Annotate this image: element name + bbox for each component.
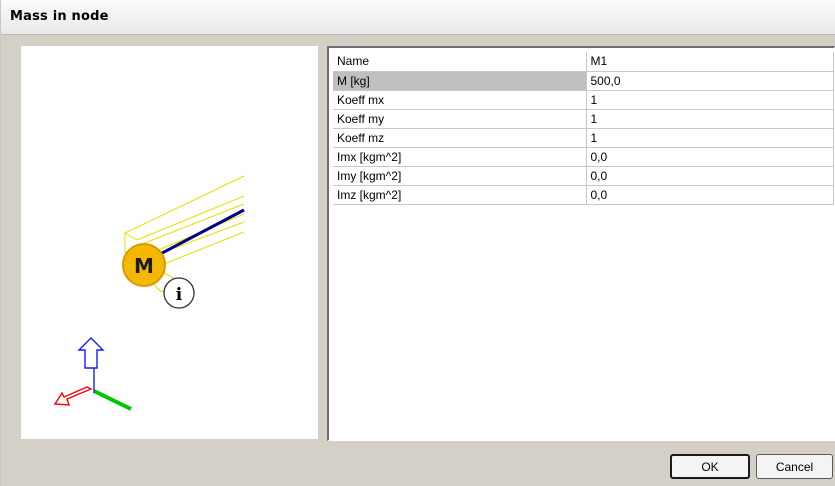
dialog-window: Mass in node M i Name M1 M [kg] 500,0 Ko… [0,0,835,486]
property-row[interactable]: Koeff mz 1 [333,128,834,148]
x-axis-arrow [53,386,93,406]
property-name: Imy [kgm^2] [333,166,587,186]
property-name: Koeff my [333,109,587,129]
dialog-title: Mass in node [10,9,109,24]
property-name: Imz [kgm^2] [333,185,587,205]
property-name: Koeff mx [333,90,587,110]
node-label: i [176,285,183,305]
y-axis-line [93,389,132,411]
node-preview-drawing: M i [53,175,245,411]
property-value[interactable]: 1 [586,90,834,110]
property-value[interactable]: 0,0 [586,147,834,167]
property-row[interactable]: Imy [kgm^2] 0,0 [333,166,834,186]
ok-button[interactable]: OK [670,454,750,479]
property-name: Imx [kgm^2] [333,147,587,167]
node-preview: M i [21,46,318,439]
property-row[interactable]: Koeff my 1 [333,109,834,129]
title-bar[interactable]: Mass in node [1,0,835,35]
cancel-button[interactable]: Cancel [756,454,833,479]
property-row[interactable]: Imz [kgm^2] 0,0 [333,185,834,205]
property-value[interactable]: 1 [586,109,834,129]
mass-marker: M [122,243,166,287]
axis-triad-icon [53,337,132,411]
property-row[interactable]: Koeff mx 1 [333,90,834,110]
property-table: Name M1 M [kg] 500,0 Koeff mx 1 Koeff my 1 Koeff… [333,52,834,205]
property-grid[interactable]: Name M1 M [kg] 500,0 Koeff mx 1 Koeff my 1 Koeff… [327,46,835,441]
property-row[interactable]: Imx [kgm^2] 0,0 [333,147,834,167]
mass-label: M [134,254,154,278]
z-axis-arrow [77,337,105,369]
property-value[interactable]: 0,0 [586,166,834,186]
property-row[interactable]: M [kg] 500,0 [333,71,834,91]
property-row[interactable]: Name M1 [333,52,834,72]
property-value[interactable]: 1 [586,128,834,148]
property-name: Koeff mz [333,128,587,148]
property-name: Name [333,52,587,72]
property-value[interactable]: 500,0 [586,71,834,91]
property-value[interactable]: 0,0 [586,185,834,205]
node-marker: i [163,277,195,309]
property-name: M [kg] [333,71,587,91]
property-value[interactable]: M1 [586,52,834,72]
